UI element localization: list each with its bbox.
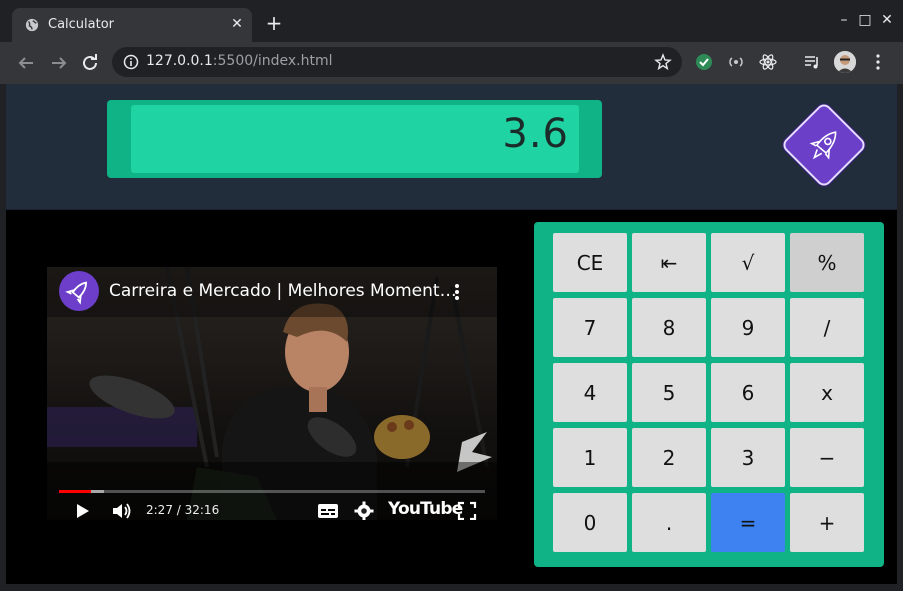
reload-icon[interactable]	[79, 52, 101, 74]
key-5[interactable]: 5	[632, 363, 706, 422]
rocket-icon	[809, 131, 837, 160]
profile-avatar[interactable]	[834, 51, 856, 73]
key-equals[interactable]: =	[711, 493, 785, 552]
media-queue-icon[interactable]	[803, 53, 821, 71]
video-progress-bar[interactable]	[59, 490, 485, 493]
key-percent[interactable]: %	[790, 233, 864, 292]
maximize-icon[interactable]: □	[857, 12, 873, 28]
channel-rocket-icon	[65, 281, 87, 305]
video-frame	[47, 267, 497, 520]
tab-strip: Calculator ✕ + – □ ✕	[0, 0, 903, 42]
tab-title: Calculator	[48, 17, 115, 32]
key-3[interactable]: 3	[711, 428, 785, 487]
minimize-icon[interactable]: –	[836, 12, 852, 28]
page-viewport: 3.6 Carreira e Mercado | Melhores Moment…	[6, 84, 897, 584]
captions-icon[interactable]	[317, 501, 339, 520]
more-menu-icon[interactable]	[869, 53, 887, 71]
display-screen: 3.6	[131, 105, 579, 173]
calculator-keypad: CE ⇤ √% 7 8 9/ 4 5 6 x 1 2 3− 0. = +	[534, 222, 884, 567]
close-tab-icon[interactable]: ✕	[230, 17, 244, 31]
key-subtract[interactable]: −	[790, 428, 864, 487]
extension-broadcast-icon[interactable]	[727, 53, 745, 71]
video-time: 2:27 / 32:16	[146, 503, 220, 517]
key-multiply[interactable]: x	[790, 363, 864, 422]
close-window-icon[interactable]: ✕	[879, 12, 895, 28]
key-8[interactable]: 8	[632, 298, 706, 357]
globe-icon	[25, 18, 39, 32]
bookmark-star-icon[interactable]	[654, 53, 672, 71]
key-7[interactable]: 7	[553, 298, 627, 357]
key-2[interactable]: 2	[632, 428, 706, 487]
display-value: 3.6	[502, 111, 569, 157]
settings-gear-icon[interactable]	[354, 501, 374, 520]
info-icon[interactable]	[123, 54, 139, 70]
forward-icon[interactable]	[48, 52, 70, 74]
key-1[interactable]: 1	[553, 428, 627, 487]
key-4[interactable]: 4	[553, 363, 627, 422]
key-divide[interactable]: /	[790, 298, 864, 357]
video-title[interactable]: Carreira e Mercado | Melhores Moment…	[109, 281, 457, 301]
key-sqrt[interactable]: √	[711, 233, 785, 292]
video-player[interactable]: Carreira e Mercado | Melhores Moment… 2:…	[47, 267, 497, 520]
key-clear-entry[interactable]: CE	[553, 233, 627, 292]
back-icon[interactable]	[15, 52, 37, 74]
extension-grammar-icon[interactable]	[695, 53, 713, 71]
key-decimal[interactable]: .	[632, 493, 706, 552]
header-band: 3.6	[6, 84, 897, 210]
key-0[interactable]: 0	[553, 493, 627, 552]
tab-calculator[interactable]: Calculator ✕	[12, 8, 252, 42]
avatar-face-icon	[834, 51, 856, 73]
volume-icon[interactable]	[111, 501, 133, 520]
browser-toolbar: 127.0.0.1:5500/index.html	[0, 42, 903, 84]
address-bar[interactable]: 127.0.0.1:5500/index.html	[112, 47, 682, 77]
key-6[interactable]: 6	[711, 363, 785, 422]
key-backspace[interactable]: ⇤	[632, 233, 706, 292]
play-icon[interactable]	[75, 501, 91, 520]
extension-react-icon[interactable]	[759, 53, 777, 71]
url-text: 127.0.0.1:5500/index.html	[146, 53, 333, 69]
calculator-display: 3.6	[107, 100, 602, 178]
channel-avatar[interactable]	[59, 271, 99, 311]
video-progress-fill	[59, 490, 92, 493]
video-more-icon[interactable]	[454, 283, 460, 301]
new-tab-button[interactable]: +	[265, 13, 283, 33]
fullscreen-icon[interactable]	[457, 501, 477, 520]
key-9[interactable]: 9	[711, 298, 785, 357]
youtube-logo[interactable]: YouTube	[388, 499, 463, 519]
key-add[interactable]: +	[790, 493, 864, 552]
